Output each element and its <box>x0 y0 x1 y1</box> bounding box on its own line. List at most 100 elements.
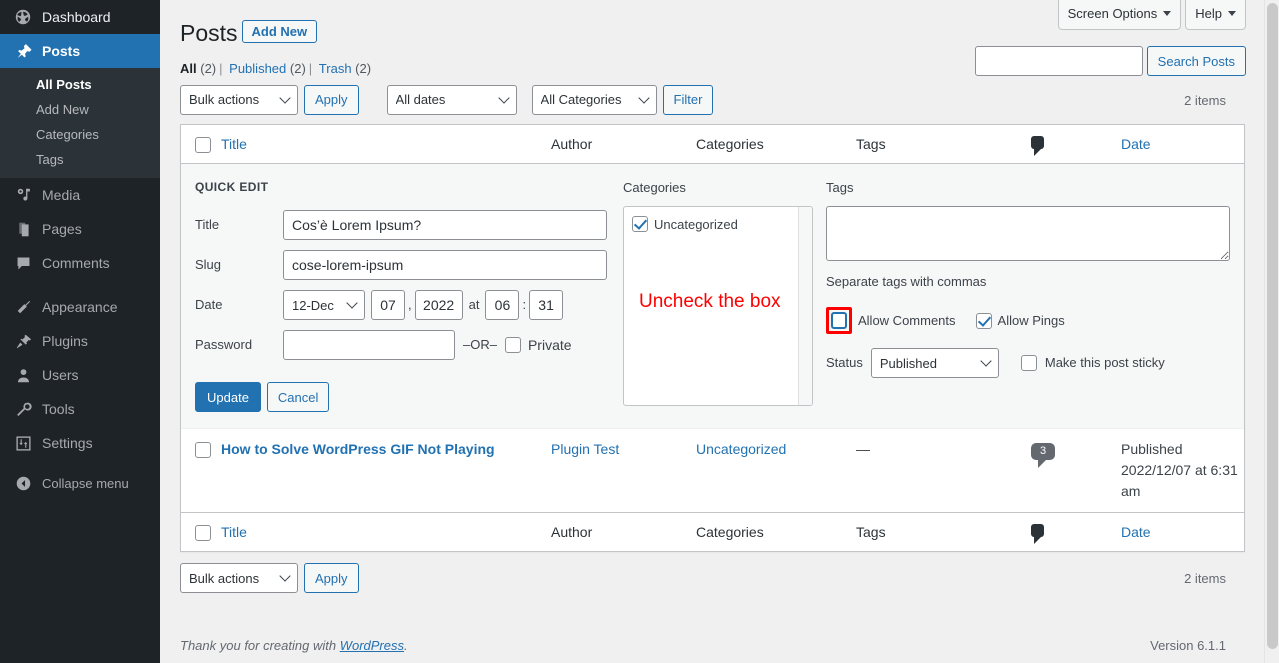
view-all: All (2) | <box>180 61 226 76</box>
page-scrollbar[interactable] <box>1264 0 1279 663</box>
pages-icon <box>12 221 34 238</box>
sidebar-item-posts[interactable]: Posts <box>0 34 160 68</box>
sticky-checkbox[interactable] <box>1020 355 1037 372</box>
tags-hint: Separate tags with commas <box>826 273 987 289</box>
add-new-button[interactable]: Add New <box>241 20 318 43</box>
footer-version: Version 6.1.1 <box>1150 638 1226 653</box>
tags-textarea[interactable] <box>826 205 1230 261</box>
posts-table-head: Title Author Categories Tags Date <box>181 125 1244 165</box>
row-title-link[interactable]: How to Solve WordPress GIF Not Playing <box>221 441 495 457</box>
categories-label: Categories <box>623 180 686 196</box>
status-select[interactable]: Published <box>870 348 999 379</box>
apply-button-top[interactable]: Apply <box>304 84 359 115</box>
column-title-link-footer[interactable]: Title <box>221 524 247 540</box>
month-select[interactable]: 12-Dec <box>283 290 365 321</box>
row-category-link[interactable]: Uncategorized <box>696 441 786 457</box>
status-label: Status <box>826 355 863 371</box>
sidebar-item-settings[interactable]: Settings <box>0 426 160 460</box>
column-tags: Tags <box>856 125 1031 165</box>
sidebar-item-media[interactable]: Media <box>0 178 160 212</box>
category-item[interactable]: Uncategorized <box>632 215 812 235</box>
view-published-count: (2) <box>289 60 306 76</box>
date-label: Date <box>195 297 223 313</box>
posts-table: Title Author Categories Tags Date QUICK … <box>180 123 1245 553</box>
view-published-link[interactable]: Published <box>229 61 286 76</box>
cancel-button[interactable]: Cancel <box>266 382 330 413</box>
annotation-uncheck-the-box: Uncheck the box <box>639 291 781 313</box>
bulk-actions-select-bottom[interactable]: Bulk actions <box>180 563 298 594</box>
view-trash-count: (2) <box>355 60 372 76</box>
month-select-wrap: 12-Dec <box>283 290 365 321</box>
sidebar-item-label: Users <box>42 367 79 383</box>
sidebar-item-label: Tools <box>42 401 75 417</box>
column-date-link[interactable]: Date <box>1121 136 1151 152</box>
view-all-link[interactable]: All <box>180 61 197 76</box>
bulk-actions-select-top[interactable]: Bulk actions <box>180 84 298 115</box>
sidebar-item-appearance[interactable]: Appearance <box>0 290 160 324</box>
view-separator: | <box>308 60 313 76</box>
year-input[interactable] <box>414 290 463 321</box>
sidebar-item-all-posts[interactable]: All Posts <box>0 72 160 97</box>
select-all-footer <box>181 512 221 551</box>
sidebar-item-comments[interactable]: Comments <box>0 246 160 280</box>
sidebar-item-plugins[interactable]: Plugins <box>0 324 160 358</box>
view-all-count: (2) <box>200 60 217 76</box>
private-checkbox[interactable] <box>504 337 521 354</box>
select-all-header <box>181 125 221 165</box>
table-row: How to Solve WordPress GIF Not Playing P… <box>181 428 1244 512</box>
update-button[interactable]: Update <box>195 382 261 413</box>
column-date-link-footer[interactable]: Date <box>1121 524 1151 540</box>
sidebar-item-add-new[interactable]: Add New <box>0 97 160 122</box>
select-all-checkbox-bottom[interactable] <box>195 525 211 542</box>
sticky-label: Make this post sticky <box>1044 355 1165 371</box>
all-dates-select[interactable]: All dates <box>386 84 517 115</box>
wordpress-link[interactable]: WordPress <box>340 638 404 653</box>
categories-scrollbar[interactable] <box>798 206 812 405</box>
sidebar-item-tags[interactable]: Tags <box>0 147 160 172</box>
quick-edit-password-field: Password –OR– Private <box>195 330 615 361</box>
help-label: Help <box>1195 6 1222 21</box>
apply-button-bottom[interactable]: Apply <box>304 563 359 594</box>
slug-input[interactable] <box>283 250 607 281</box>
quick-edit-title-field: Title <box>195 210 615 241</box>
allow-comments-checkbox[interactable] <box>831 312 847 330</box>
password-input[interactable] <box>283 330 455 361</box>
select-all-checkbox-top[interactable] <box>195 137 211 154</box>
tools-icon <box>12 401 34 418</box>
comment-count-bubble[interactable]: 3 <box>1031 443 1055 469</box>
filter-button[interactable]: Filter <box>662 84 714 115</box>
all-categories-wrap: All Categories <box>531 84 657 115</box>
day-input[interactable] <box>371 290 405 321</box>
sidebar-item-tools[interactable]: Tools <box>0 392 160 426</box>
collapse-arrow-icon <box>12 475 34 492</box>
collapse-menu-button[interactable]: Collapse menu <box>0 466 160 500</box>
row-checkbox[interactable] <box>195 442 211 459</box>
quick-edit-left-column: QUICK EDIT Title Slug <box>195 178 615 413</box>
screen-options-button[interactable]: Screen Options <box>1057 0 1182 30</box>
screen-meta-links: Screen Options Help <box>1057 0 1246 30</box>
row-author-link[interactable]: Plugin Test <box>551 441 619 457</box>
minute-input[interactable] <box>529 290 564 321</box>
search-input[interactable] <box>974 46 1143 76</box>
help-button[interactable]: Help <box>1185 0 1246 30</box>
all-categories-select[interactable]: All Categories <box>531 84 657 115</box>
page-scrollbar-thumb[interactable] <box>1267 3 1278 649</box>
quick-edit-actions: Update Cancel <box>195 370 615 413</box>
category-uncategorized-checkbox[interactable] <box>632 216 648 233</box>
sidebar-item-users[interactable]: Users <box>0 358 160 392</box>
footer-thanks-suffix: . <box>404 638 408 653</box>
column-title-link[interactable]: Title <box>221 136 247 152</box>
view-trash-link[interactable]: Trash <box>319 61 352 76</box>
slug-label: Slug <box>195 257 222 273</box>
quick-edit-date-field: Date 12-Dec , <box>195 290 615 321</box>
sidebar-item-pages[interactable]: Pages <box>0 212 160 246</box>
search-posts-button[interactable]: Search Posts <box>1146 46 1246 76</box>
view-separator: | <box>219 60 223 76</box>
title-input[interactable] <box>283 210 607 241</box>
hour-input[interactable] <box>485 290 520 321</box>
sidebar-item-dashboard[interactable]: Dashboard <box>0 0 160 34</box>
comment-icon <box>12 255 34 272</box>
sidebar-item-categories[interactable]: Categories <box>0 122 160 147</box>
tablenav-top: Bulk actions Apply All dates All Categor… <box>180 82 1244 124</box>
allow-pings-checkbox[interactable] <box>975 312 992 329</box>
